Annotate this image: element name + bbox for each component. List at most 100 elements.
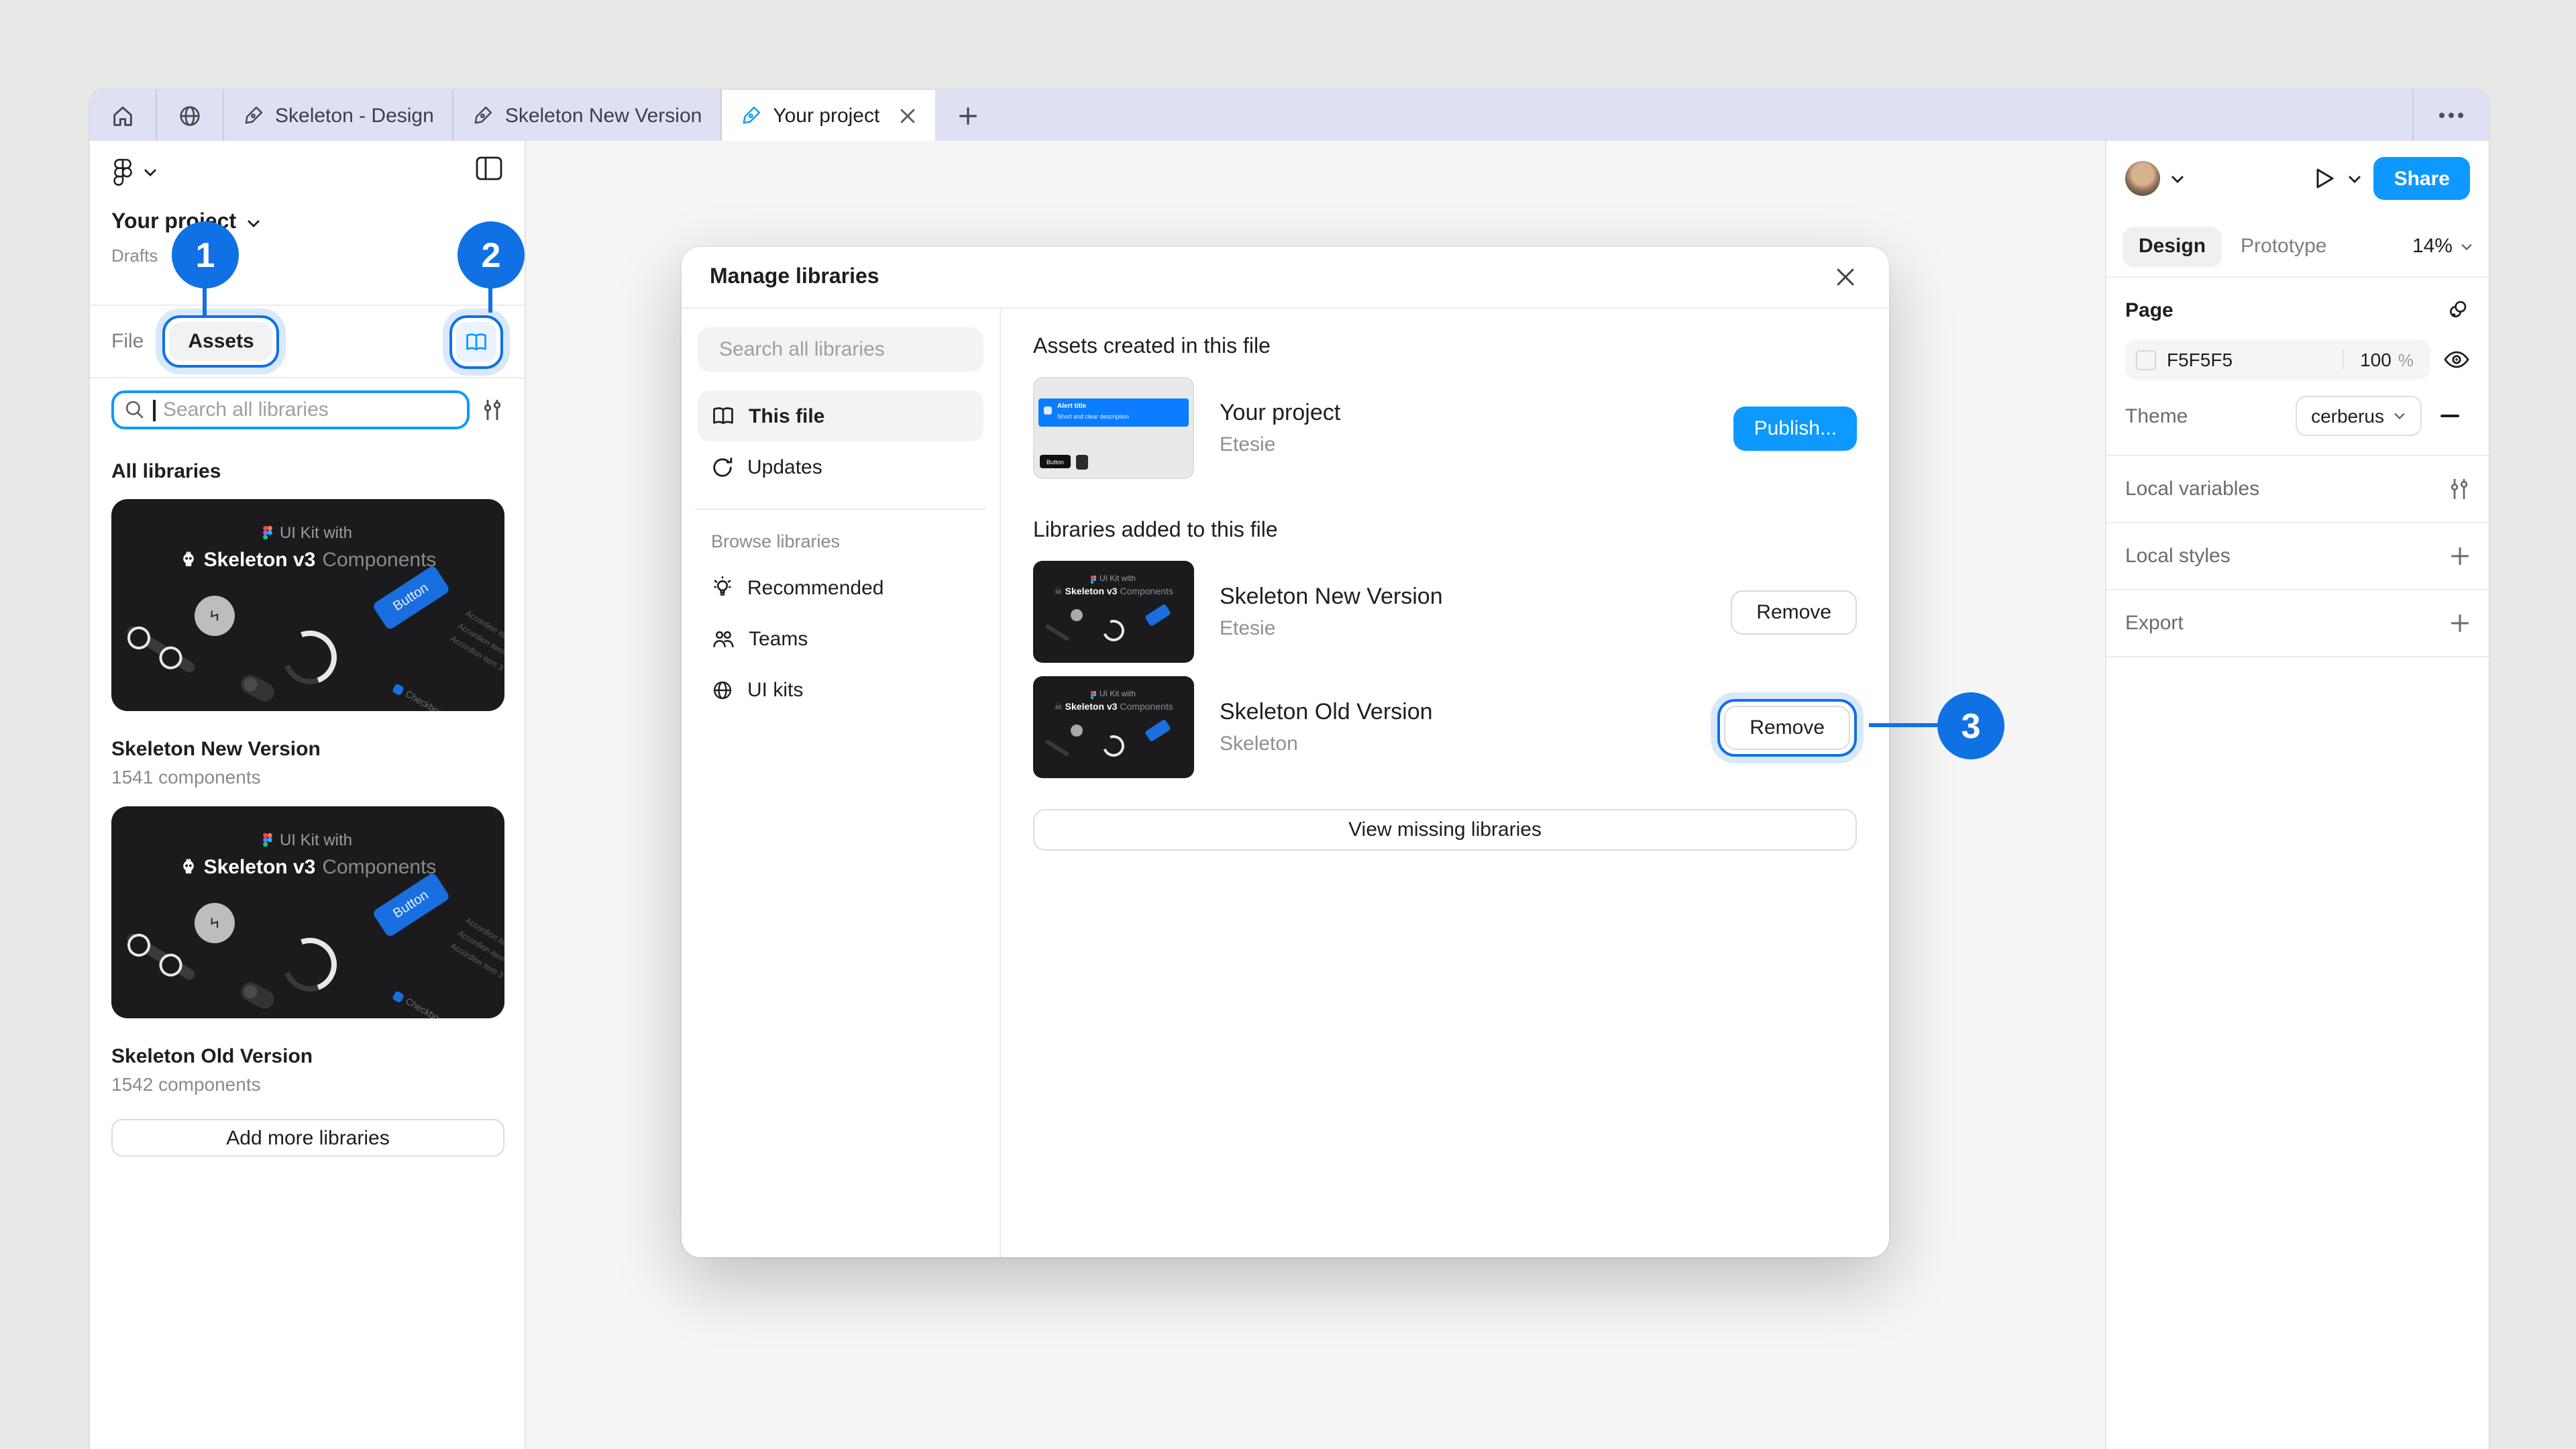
- card-caption: UI Kit with: [111, 830, 504, 849]
- local-styles-heading: Local styles: [2125, 545, 2231, 568]
- card-caption: UI Kit with: [111, 523, 504, 542]
- annotation-line-1: [203, 286, 207, 315]
- annotation-badge-2: 2: [458, 221, 525, 288]
- plus-icon: [956, 104, 979, 127]
- color-hex-value[interactable]: F5F5F5: [2167, 349, 2233, 370]
- home-button[interactable]: [90, 90, 157, 141]
- theme-dropdown[interactable]: cerberus: [2295, 396, 2422, 436]
- styles-icon[interactable]: [2445, 297, 2470, 323]
- skull-icon: [180, 551, 197, 569]
- pen-nib-icon: [741, 105, 762, 126]
- nav-this-file[interactable]: This file: [698, 390, 983, 441]
- toggle-sidebar-button[interactable]: [475, 156, 503, 188]
- theme-value: cerberus: [2311, 405, 2384, 427]
- new-tab-button[interactable]: [934, 90, 1000, 141]
- variables-sliders-icon[interactable]: [2449, 478, 2470, 500]
- card-brand-line: Skeleton v3Components: [111, 549, 504, 572]
- decor-checkbox: Checkbox: [392, 683, 444, 711]
- nav-recommended[interactable]: Recommended: [698, 562, 983, 613]
- opacity-field[interactable]: 100 %: [2344, 349, 2430, 370]
- library-count: 1542 components: [111, 1073, 503, 1095]
- all-libraries-heading: All libraries: [111, 460, 503, 483]
- page-heading: Page: [2125, 299, 2174, 321]
- decor-accordion: Accordion item 1Accordion item 2Accordio…: [445, 610, 504, 680]
- row-owner: Etesie: [1220, 617, 1705, 640]
- color-swatch[interactable]: [2136, 350, 2156, 370]
- panel-left-icon: [475, 156, 503, 181]
- assets-search-input[interactable]: [111, 390, 470, 429]
- chevron-down-icon[interactable]: [2349, 174, 2362, 183]
- nav-label: This file: [749, 405, 824, 427]
- library-card-skeleton-new-version[interactable]: UI Kit with Skeleton v3Components ϟ Butt…: [111, 499, 504, 711]
- remove-button-skeleton-new-version[interactable]: Remove: [1731, 590, 1857, 634]
- close-icon: [898, 107, 916, 124]
- tab-prototype[interactable]: Prototype: [2241, 235, 2326, 258]
- avatar[interactable]: [2125, 161, 2160, 196]
- decor-avatar: ϟ: [189, 590, 241, 642]
- tab-assets[interactable]: Assets: [169, 322, 272, 361]
- annotation-line-2: [488, 286, 492, 313]
- plus-icon[interactable]: [2450, 546, 2470, 566]
- decor-accordion: Accordion item 1Accordion item 2Accordio…: [445, 918, 504, 987]
- libraries-highlight-ring: [449, 315, 503, 368]
- modal-search-input[interactable]: [698, 327, 983, 372]
- zoom-control[interactable]: 14%: [2412, 235, 2473, 258]
- assets-created-heading: Assets created in this file: [1033, 335, 1857, 360]
- main-menu-button[interactable]: [111, 157, 157, 186]
- tabbar-spacer: [1000, 90, 2412, 141]
- modal-search-field[interactable]: [719, 338, 986, 361]
- export-heading: Export: [2125, 612, 2184, 635]
- library-thumbnail: UI Kit with ☠ Skeleton v3 Components: [1033, 561, 1194, 663]
- tabbar-overflow-button[interactable]: [2412, 90, 2489, 141]
- tab-design[interactable]: Design: [2123, 226, 2222, 266]
- share-button[interactable]: Share: [2374, 157, 2470, 200]
- tab-skeleton-design[interactable]: Skeleton - Design: [224, 90, 454, 141]
- nav-teams[interactable]: Teams: [698, 613, 983, 664]
- community-button[interactable]: [157, 90, 224, 141]
- figma-color-logo-icon: [264, 833, 273, 847]
- decor-slider: [125, 624, 197, 674]
- zoom-level: 14%: [2412, 235, 2453, 258]
- add-more-libraries-button[interactable]: Add more libraries: [111, 1119, 504, 1157]
- annotation-badge-1: 1: [172, 221, 239, 288]
- decor-avatar: ϟ: [189, 898, 241, 949]
- filter-sliders-icon[interactable]: [482, 398, 503, 421]
- library-row-skeleton-new-version: UI Kit with ☠ Skeleton v3 Components Ske…: [1033, 561, 1857, 663]
- home-icon: [110, 103, 136, 128]
- browser-tabbar: Skeleton - Design Skeleton New Version Y…: [90, 90, 2489, 141]
- modal-close-button[interactable]: [1830, 262, 1861, 292]
- tab-skeleton-new-version[interactable]: Skeleton New Version: [454, 90, 722, 141]
- library-card-skeleton-old-version[interactable]: UI Kit with Skeleton v3Components ϟ Butt…: [111, 806, 504, 1018]
- eye-visibility-icon[interactable]: [2443, 350, 2470, 369]
- tab-your-project[interactable]: Your project: [722, 90, 934, 141]
- row-title: Skeleton Old Version: [1220, 699, 1692, 726]
- ellipsis-icon: [2438, 111, 2465, 119]
- tab-label: Skeleton - Design: [275, 104, 434, 127]
- file-title-row[interactable]: Your project: [111, 211, 503, 235]
- tab-close-button[interactable]: [898, 107, 916, 124]
- percent-sign: %: [2398, 350, 2414, 370]
- library-thumbnail: UI Kit with ☠ Skeleton v3 Components: [1033, 676, 1194, 778]
- your-project-thumbnail: Alert title Short and clear description …: [1033, 377, 1194, 479]
- remove-highlight-ring: Remove: [1717, 698, 1857, 756]
- tab-file[interactable]: File: [111, 330, 144, 353]
- chevron-down-icon[interactable]: [2171, 174, 2184, 183]
- refresh-icon: [711, 455, 734, 478]
- publish-button[interactable]: Publish...: [1734, 406, 1857, 450]
- view-missing-libraries-button[interactable]: View missing libraries: [1033, 809, 1857, 851]
- modal-title: Manage libraries: [710, 265, 879, 289]
- library-name: Skeleton New Version: [111, 738, 503, 761]
- nav-ui-kits[interactable]: UI kits: [698, 664, 983, 715]
- remove-button-skeleton-old-version[interactable]: Remove: [1724, 705, 1850, 749]
- assets-search-field[interactable]: [163, 398, 456, 421]
- text-caret: [153, 399, 155, 421]
- row-title: Skeleton New Version: [1220, 584, 1705, 610]
- page-color-field[interactable]: F5F5F5 100 %: [2125, 339, 2430, 380]
- remove-theme-button[interactable]: [2430, 415, 2470, 418]
- plus-icon[interactable]: [2450, 613, 2470, 633]
- nav-updates[interactable]: Updates: [698, 441, 983, 492]
- libraries-button[interactable]: [456, 321, 496, 362]
- present-play-icon[interactable]: [2314, 166, 2337, 191]
- search-icon: [125, 400, 145, 420]
- globe-icon: [177, 103, 203, 128]
